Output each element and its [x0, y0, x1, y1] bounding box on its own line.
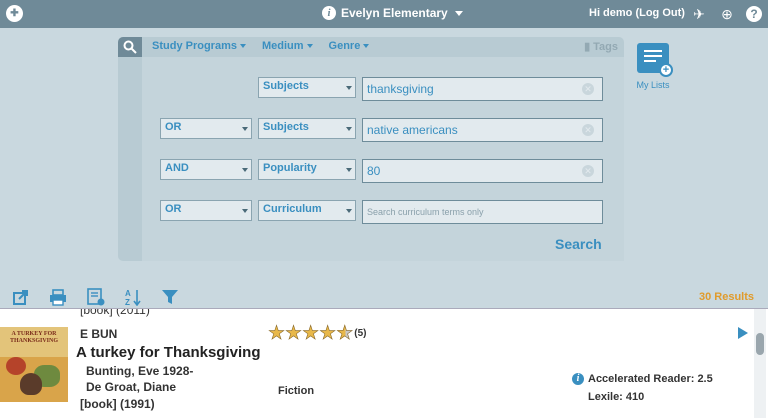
user-greeting[interactable]: Hi demo (Log Out) [589, 7, 685, 19]
info-icon[interactable]: i [322, 6, 336, 20]
results-list: [book] (2011) A TURKEY FOR THANKSGIVING … [0, 308, 768, 418]
search-input-1[interactable]: thanksgiving ✕ [362, 77, 603, 101]
my-lists-button[interactable]: + My Lists [634, 43, 673, 90]
pin-icon[interactable]: ✈ [691, 6, 707, 22]
tags-button[interactable]: ▮ Tags [584, 40, 618, 54]
list-icon: + [637, 43, 673, 77]
filter-study-programs[interactable]: Study Programs [152, 40, 246, 52]
book-title[interactable]: A turkey for Thanksgiving [76, 344, 260, 361]
clear-icon[interactable]: ✕ [582, 124, 594, 136]
school-name: Evelyn Elementary [341, 6, 448, 20]
operator-select-3[interactable]: AND [160, 159, 252, 180]
search-button[interactable]: Search [555, 236, 602, 252]
half-star-icon: ★ [336, 323, 354, 344]
svg-text:Z: Z [125, 298, 130, 306]
field-select-4[interactable]: Curriculum [258, 200, 356, 221]
svg-text:A: A [125, 289, 131, 298]
dropdown-arrow-icon [242, 127, 248, 131]
field-select-2[interactable]: Subjects [258, 118, 356, 139]
share-icon[interactable] [12, 288, 30, 306]
results-count: 30 Results [698, 291, 754, 303]
search-input-3[interactable]: 80 ✕ [362, 159, 603, 183]
scrollbar[interactable] [754, 309, 766, 418]
author-2[interactable]: De Groat, Diane [86, 380, 176, 394]
help-icon[interactable]: ? [746, 6, 762, 22]
clear-icon[interactable]: ✕ [582, 83, 594, 95]
expand-arrow-icon[interactable] [738, 327, 748, 339]
search-icon[interactable] [118, 37, 142, 57]
add-list-icon[interactable] [87, 288, 105, 306]
operator-select-2[interactable]: OR [160, 118, 252, 139]
chevron-down-icon [239, 44, 246, 48]
filter-icon[interactable] [161, 288, 179, 306]
book-format: [book] (1991) [80, 397, 155, 411]
field-select-1[interactable]: Subjects [258, 77, 356, 98]
sort-icon[interactable]: AZ [124, 288, 142, 307]
results-toolbar: AZ 30 Results [0, 286, 768, 308]
author-1[interactable]: Bunting, Eve 1928- [86, 364, 193, 378]
dropdown-arrow-icon [346, 168, 352, 172]
star-icon: ★ [285, 323, 303, 344]
school-selector[interactable]: i Evelyn Elementary [322, 6, 463, 20]
star-icon: ★ [268, 323, 286, 344]
chevron-down-icon [454, 10, 463, 16]
star-rating[interactable]: ★ ★ ★ ★ ★ (5) [268, 323, 367, 344]
search-input-4[interactable]: Search curriculum terms only [362, 200, 603, 224]
scrollbar-thumb[interactable] [756, 333, 764, 355]
dropdown-arrow-icon [346, 86, 352, 90]
print-icon[interactable] [49, 288, 67, 306]
filter-medium[interactable]: Medium [262, 40, 313, 52]
info-icon[interactable]: i [572, 373, 584, 385]
dropdown-arrow-icon [242, 209, 248, 213]
chevron-down-icon [306, 44, 313, 48]
top-bar: ✚ i Evelyn Elementary Hi demo (Log Out) … [0, 0, 768, 28]
search-panel: Study Programs Medium Genre ▮ Tags [118, 37, 624, 261]
filter-genre[interactable]: Genre [329, 40, 370, 52]
search-input-2[interactable]: native americans ✕ [362, 118, 603, 142]
my-lists-label: My Lists [636, 80, 670, 90]
book-cover-image[interactable]: A TURKEY FOR THANKSGIVING [0, 327, 68, 402]
chevron-down-icon [363, 44, 370, 48]
plus-icon: + [659, 63, 673, 77]
dropdown-arrow-icon [242, 168, 248, 172]
cover-title: A TURKEY FOR THANKSGIVING [9, 331, 58, 344]
field-select-3[interactable]: Popularity [258, 159, 356, 180]
dropdown-arrow-icon [346, 209, 352, 213]
dropdown-arrow-icon [346, 127, 352, 131]
lexile-level: Lexile: 410 [588, 391, 645, 403]
app-logo-icon[interactable]: ✚ [6, 5, 23, 22]
globe-icon[interactable]: ⊕ [719, 6, 735, 22]
operator-select-4[interactable]: OR [160, 200, 252, 221]
genre-label: Fiction [278, 385, 315, 397]
star-icon: ★ [319, 323, 337, 344]
accelerated-reader: i Accelerated Reader: 2.5 [572, 373, 713, 385]
tag-icon: ▮ [584, 41, 591, 53]
call-number: E BUN [80, 327, 118, 341]
clear-icon[interactable]: ✕ [582, 165, 594, 177]
previous-item-format: [book] (2011) [80, 308, 150, 317]
filter-menu: Study Programs Medium Genre [152, 40, 370, 52]
star-icon: ★ [302, 323, 320, 344]
rating-count: (5) [354, 328, 367, 339]
